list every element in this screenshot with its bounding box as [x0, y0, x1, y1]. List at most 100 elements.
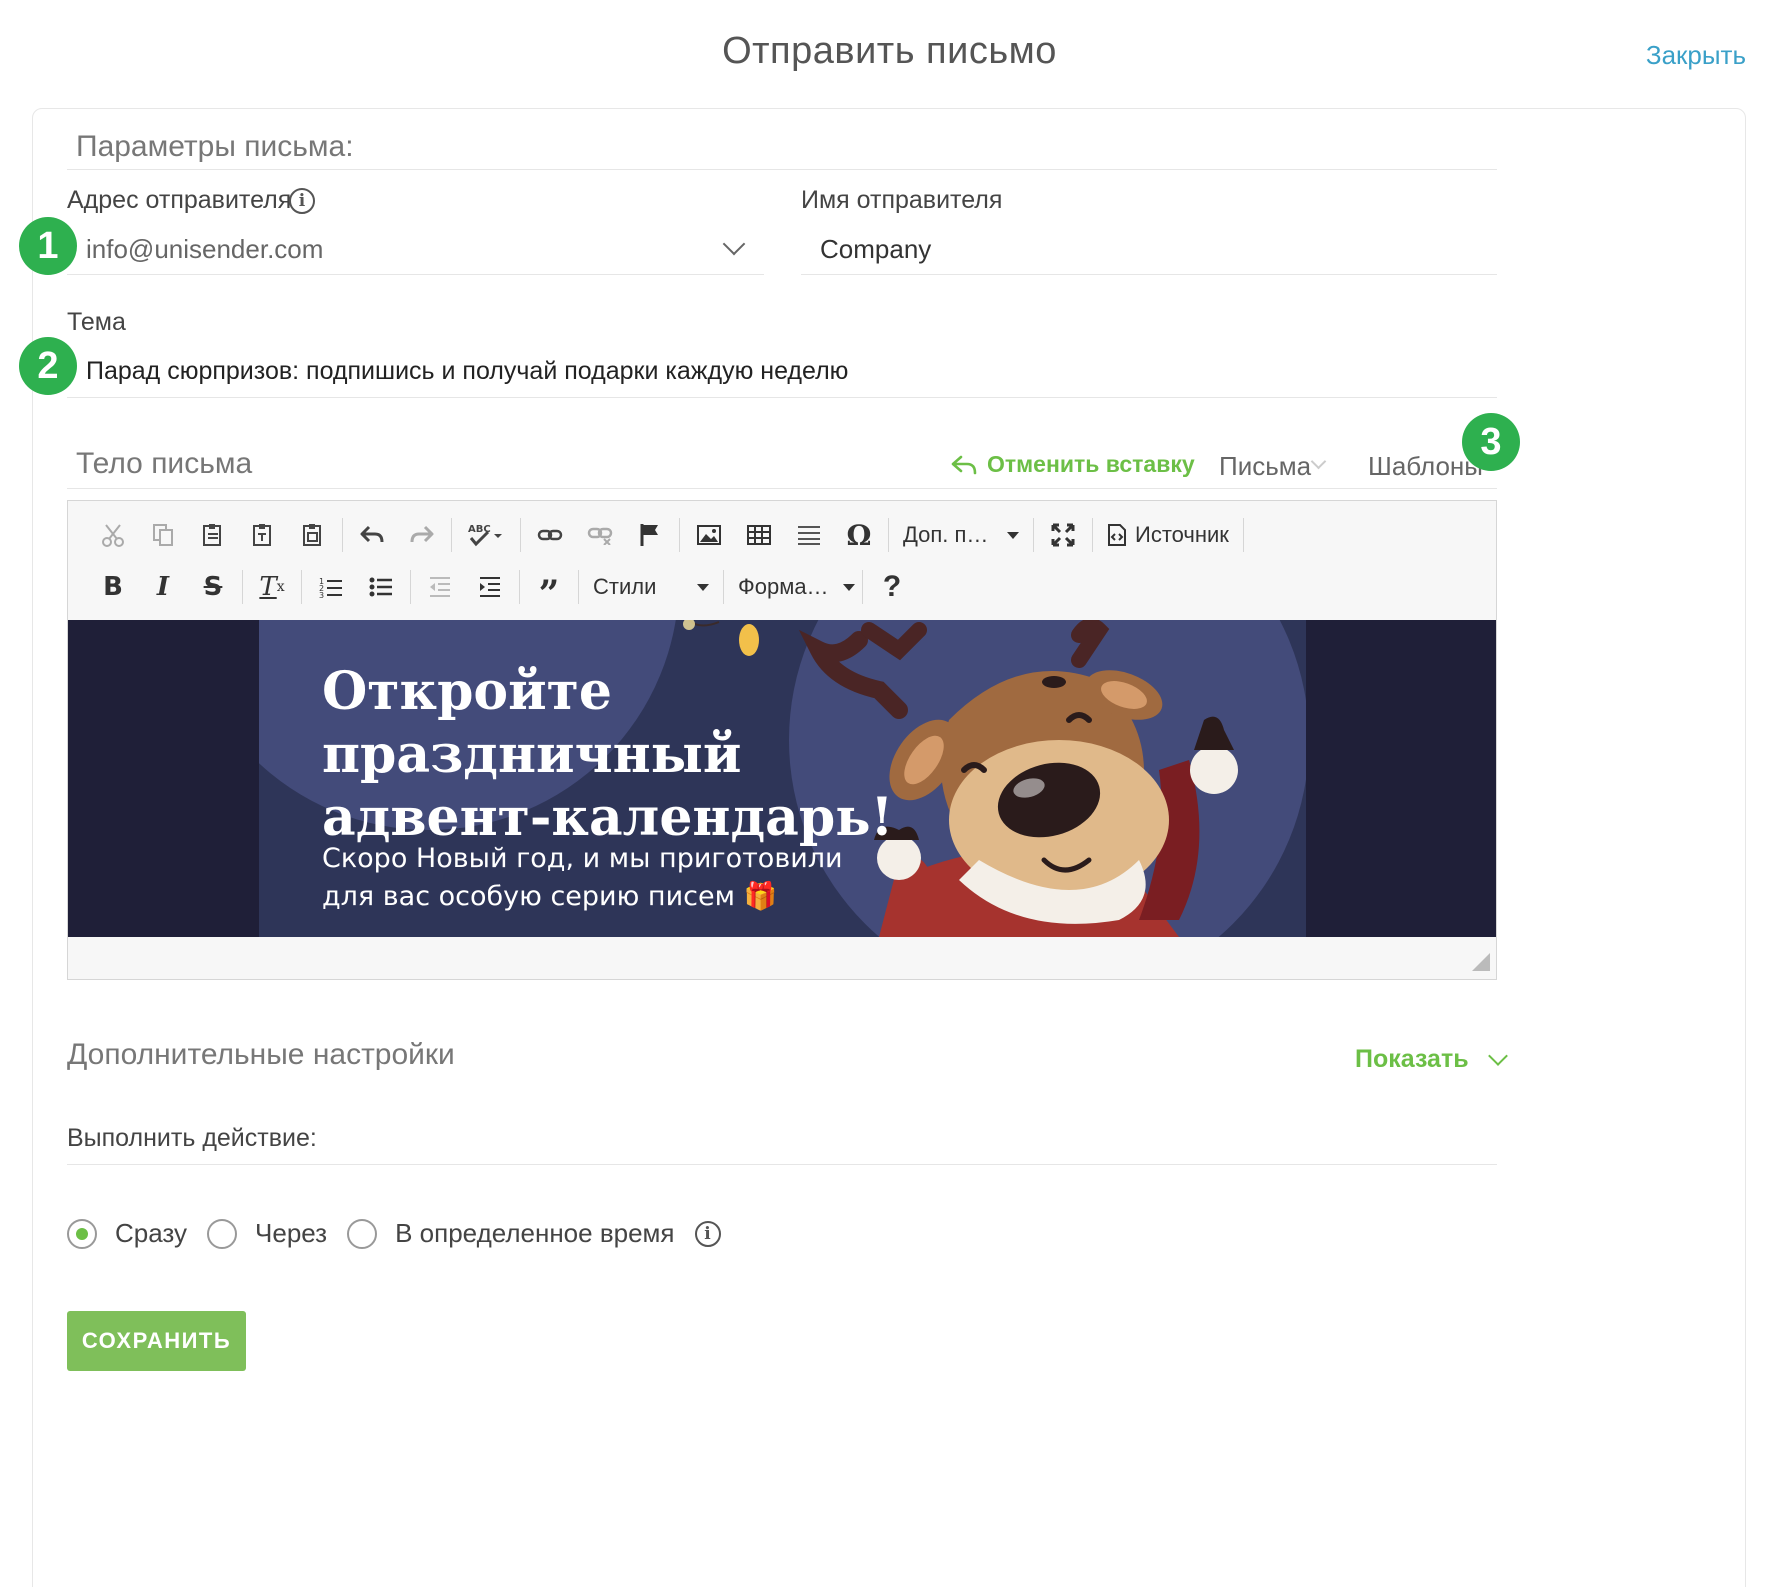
banner-subtitle: Скоро Новый год, и мы приготовили для ва…	[322, 843, 843, 912]
indent-icon[interactable]	[465, 564, 515, 610]
email-banner: Откройте праздничный адвент-календарь! С…	[259, 620, 1306, 937]
format-combo[interactable]: Форма…	[728, 564, 858, 610]
copy-icon[interactable]	[138, 512, 188, 558]
blockquote-icon[interactable]: ”	[524, 564, 574, 615]
info-icon[interactable]: i	[289, 188, 315, 214]
styles-combo-label: Стили	[593, 574, 657, 599]
caret-down-icon	[842, 583, 855, 591]
extra-combo-label: Доп. п…	[903, 522, 989, 547]
link-icon[interactable]	[525, 512, 575, 558]
letters-dropdown[interactable]: Письма	[1219, 451, 1311, 482]
help-icon[interactable]: ?	[867, 564, 917, 610]
subject-underline	[67, 397, 1497, 398]
outdent-icon[interactable]	[415, 564, 465, 610]
params-section-title: Параметры письма:	[76, 130, 354, 163]
unlink-icon[interactable]	[575, 512, 625, 558]
undo-paste-label: Отменить вставку	[987, 451, 1195, 477]
advanced-settings-title: Дополнительные настройки	[67, 1038, 455, 1071]
toolbar-separator	[862, 570, 863, 604]
svg-text:3: 3	[319, 591, 324, 599]
save-button[interactable]: СОХРАНИТЬ	[67, 1311, 246, 1371]
step-badge-2: 2	[19, 337, 77, 395]
table-icon[interactable]	[734, 512, 784, 558]
paste-text-icon[interactable]	[238, 512, 288, 558]
spellcheck-icon[interactable]: ABC	[456, 512, 516, 558]
sender-name-input[interactable]: Company	[820, 234, 931, 265]
sender-name-underline	[801, 274, 1497, 275]
toolbar-separator	[1033, 518, 1034, 552]
source-label: Источник	[1135, 522, 1229, 547]
paste-word-icon[interactable]	[288, 512, 338, 558]
numbered-list-icon[interactable]: 123	[306, 564, 356, 610]
subject-label: Тема	[67, 308, 126, 336]
format-combo-label: Форма…	[738, 574, 829, 599]
cut-icon[interactable]	[88, 512, 138, 558]
params-divider	[67, 169, 1497, 170]
step-badge-1: 1	[19, 217, 77, 275]
editor-content[interactable]: Откройте праздничный адвент-календарь! С…	[68, 620, 1496, 937]
radio-immediately[interactable]	[67, 1218, 97, 1249]
body-divider	[67, 488, 1497, 489]
caret-down-icon	[697, 583, 709, 591]
schedule-options: Сразу Через В определенное время i	[67, 1218, 721, 1249]
sender-address-select[interactable]: info@unisender.com	[86, 234, 323, 265]
bulleted-list-icon[interactable]	[356, 564, 406, 610]
action-divider	[67, 1164, 1497, 1165]
sender-address-underline	[67, 274, 764, 275]
toolbar-separator	[242, 570, 243, 604]
info-icon[interactable]: i	[694, 1220, 721, 1247]
strike-icon[interactable]: S	[188, 564, 238, 610]
banner-title: Откройте праздничный адвент-календарь!	[322, 661, 894, 848]
toolbar-separator	[578, 570, 579, 604]
rich-text-editor: ABC Ω Доп. п… Источник B I S T x 1 2 3 ”…	[67, 500, 1497, 980]
styles-combo[interactable]: Стили	[583, 564, 719, 610]
remove-format-icon[interactable]: Tx	[247, 564, 297, 610]
toolbar-separator	[342, 518, 343, 552]
toolbar-row-2: B I S Tx 123 ” Стили Форма… ?	[88, 563, 917, 615]
chevron-down-icon	[1487, 1045, 1508, 1066]
radio-after-label: Через	[255, 1218, 328, 1248]
italic-icon[interactable]: I	[138, 564, 188, 610]
anchor-icon[interactable]	[625, 512, 675, 558]
toolbar-separator	[410, 570, 411, 604]
undo-icon[interactable]	[347, 512, 397, 558]
redo-icon[interactable]	[397, 512, 447, 558]
step-badge-3: 3	[1462, 413, 1520, 471]
show-advanced-button[interactable]: Показать	[1355, 1045, 1508, 1074]
bold-icon[interactable]: B	[88, 564, 138, 610]
letters-label: Письма	[1219, 451, 1312, 481]
close-link[interactable]: Закрыть	[1646, 40, 1746, 71]
toolbar-separator	[679, 518, 680, 552]
maximize-icon[interactable]	[1038, 512, 1088, 558]
sender-name-label: Имя отправителя	[801, 186, 1003, 214]
radio-scheduled[interactable]	[347, 1218, 378, 1249]
resize-handle[interactable]	[1472, 953, 1490, 971]
radio-immediately-label: Сразу	[115, 1218, 188, 1248]
horizontal-rule-icon[interactable]	[784, 512, 834, 558]
toolbar-separator	[1092, 518, 1093, 552]
sender-address-label: Адрес отправителя	[67, 186, 292, 214]
body-section-title: Тело письма	[76, 447, 253, 480]
reply-icon	[951, 455, 977, 474]
toolbar-separator	[519, 570, 520, 604]
source-icon	[1108, 524, 1126, 546]
radio-scheduled-label: В определенное время	[395, 1218, 675, 1248]
caret-down-icon	[1007, 531, 1019, 539]
paste-icon[interactable]	[188, 512, 238, 558]
toolbar-row-1: ABC Ω Доп. п… Источник	[88, 511, 1248, 559]
page-title: Отправить письмо	[722, 30, 1057, 72]
subject-input[interactable]: Парад сюрпризов: подпишись и получай под…	[86, 357, 848, 386]
toolbar-separator	[1242, 518, 1244, 552]
toolbar-separator	[888, 518, 889, 552]
image-icon[interactable]	[684, 512, 734, 558]
toolbar-separator	[301, 570, 302, 604]
toolbar-separator	[723, 570, 724, 604]
undo-paste-button[interactable]: Отменить вставку	[951, 451, 1195, 478]
toolbar-separator	[520, 518, 521, 552]
action-label: Выполнить действие:	[67, 1124, 317, 1152]
special-char-icon[interactable]: Ω	[834, 512, 884, 558]
toolbar-separator	[451, 518, 452, 552]
radio-after[interactable]	[207, 1218, 238, 1249]
extra-combo[interactable]: Доп. п…	[893, 512, 1029, 558]
source-button[interactable]: Источник	[1097, 512, 1239, 558]
